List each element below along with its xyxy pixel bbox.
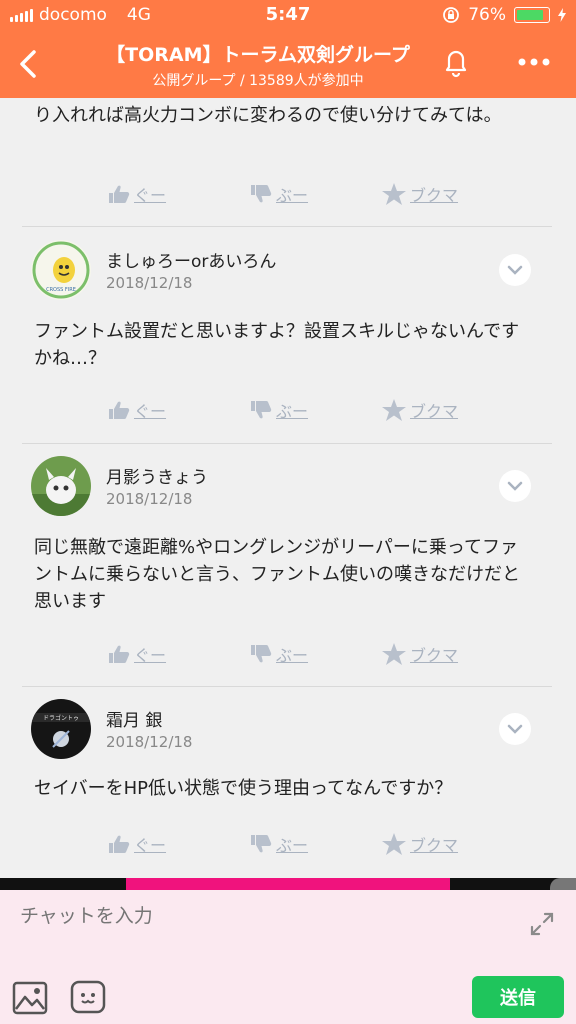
sticker-icon[interactable] — [70, 979, 106, 1015]
user-name[interactable]: 霜月 銀 — [106, 706, 162, 731]
like-button[interactable]: ぐー — [108, 182, 166, 206]
thumbs-down-icon — [251, 645, 272, 663]
post-actions: ぐー ぶー ブクマ — [0, 832, 576, 862]
like-button[interactable]: ぐー — [108, 642, 166, 666]
star-icon — [382, 833, 406, 855]
bookmark-label: ブクマ — [410, 186, 459, 205]
post-actions: ぐー ぶー ブクマ — [0, 642, 576, 672]
rotation-lock-icon — [443, 7, 460, 23]
post-text: ファントム設置だと思いますよ？設置スキルじゃないんですかね…？ — [34, 321, 520, 369]
dislike-button[interactable]: ぶー — [250, 832, 308, 856]
post-text: り入れれば高火力コンボに変わるので使い分けてみては。 — [34, 105, 502, 126]
expand-icon[interactable] — [528, 910, 556, 938]
post-menu-button[interactable] — [499, 254, 531, 286]
like-button[interactable]: ぐー — [108, 398, 166, 422]
post-actions: ぐー ぶー ブクマ — [0, 398, 576, 428]
thumbs-up-icon — [109, 835, 130, 853]
divider — [22, 226, 552, 227]
like-button[interactable]: ぐー — [108, 832, 166, 856]
post-date: 2018/12/18 — [106, 733, 193, 751]
star-icon — [382, 399, 406, 421]
post-text: セイバーをHP低い状態で使う理由ってなんですか？ — [34, 778, 453, 799]
accent-bar — [0, 878, 576, 890]
thumbs-up-icon — [109, 645, 130, 663]
like-label: ぐー — [134, 646, 167, 665]
dislike-label: ぶー — [276, 836, 309, 855]
post-date: 2018/12/18 — [106, 274, 193, 292]
chevron-down-icon — [507, 265, 523, 275]
post-menu-button[interactable] — [499, 470, 531, 502]
post-date: 2018/12/18 — [106, 490, 193, 508]
thumbs-down-icon — [251, 401, 272, 419]
thumbs-down-icon — [251, 835, 272, 853]
post-actions: ぐー ぶー ブクマ — [0, 182, 576, 212]
chat-area: 送信 — [0, 890, 576, 1024]
bookmark-button[interactable]: ブクマ — [382, 832, 458, 856]
avatar-text: CROSS FIRE — [46, 287, 76, 293]
bookmark-label: ブクマ — [410, 646, 459, 665]
thumbs-up-icon — [109, 185, 130, 203]
avatar[interactable]: CROSS FIRE — [31, 240, 91, 300]
bookmark-button[interactable]: ブクマ — [382, 398, 458, 422]
status-bar: docomo 4G 5:47 76% — [0, 0, 576, 30]
post-text: 同じ無敵で遠距離%やロングレンジがリーパーに乗ってファントムに乗らないと言う、フ… — [34, 537, 520, 612]
user-name[interactable]: ましゅろーorあいろん — [106, 247, 276, 272]
dislike-label: ぶー — [276, 186, 309, 205]
thumbs-up-icon — [109, 401, 130, 419]
chevron-down-icon — [507, 724, 523, 734]
avatar[interactable] — [31, 456, 91, 516]
dislike-button[interactable]: ぶー — [250, 642, 308, 666]
bookmark-button[interactable]: ブクマ — [382, 642, 458, 666]
dislike-label: ぶー — [276, 402, 309, 421]
bookmark-label: ブクマ — [410, 836, 459, 855]
battery-percent: 76% — [468, 5, 506, 25]
battery-level — [517, 10, 543, 20]
scroll-indicator — [550, 878, 576, 890]
bookmark-label: ブクマ — [410, 402, 459, 421]
charging-icon — [558, 8, 566, 22]
avatar-text: ドラゴントゥ — [43, 714, 79, 722]
thumbs-down-icon — [251, 185, 272, 203]
battery-icon — [514, 7, 550, 23]
group-title: 【TORAM】トーラム双剣グループ — [106, 44, 410, 66]
divider — [22, 443, 552, 444]
dislike-button[interactable]: ぶー — [250, 398, 308, 422]
send-button[interactable]: 送信 — [472, 976, 564, 1018]
post-menu-button[interactable] — [499, 713, 531, 745]
divider — [22, 686, 552, 687]
image-icon[interactable] — [12, 980, 48, 1016]
chevron-down-icon — [507, 481, 523, 491]
chat-input[interactable] — [18, 904, 502, 928]
dislike-button[interactable]: ぶー — [250, 182, 308, 206]
more-icon[interactable] — [512, 44, 556, 80]
dislike-label: ぶー — [276, 646, 309, 665]
like-label: ぐー — [134, 836, 167, 855]
like-label: ぐー — [134, 402, 167, 421]
accent-bar-segment — [126, 878, 450, 890]
star-icon — [382, 183, 406, 205]
user-name[interactable]: 月影うきょう — [106, 463, 208, 488]
post-list[interactable]: り入れれば高火力コンボに変わるので使い分けてみては。 ぐー ぶー ブクマ CRO… — [0, 98, 576, 878]
bell-icon[interactable] — [438, 44, 474, 80]
group-subtitle: 公開グループ / 13589人が参加中 — [152, 73, 364, 89]
app-header: 【TORAM】トーラム双剣グループ 公開グループ / 13589人が参加中 — [0, 30, 576, 98]
avatar[interactable]: ドラゴントゥ — [31, 699, 91, 759]
back-icon[interactable] — [12, 46, 48, 82]
star-icon — [382, 643, 406, 665]
like-label: ぐー — [134, 186, 167, 205]
bookmark-button[interactable]: ブクマ — [382, 182, 458, 206]
